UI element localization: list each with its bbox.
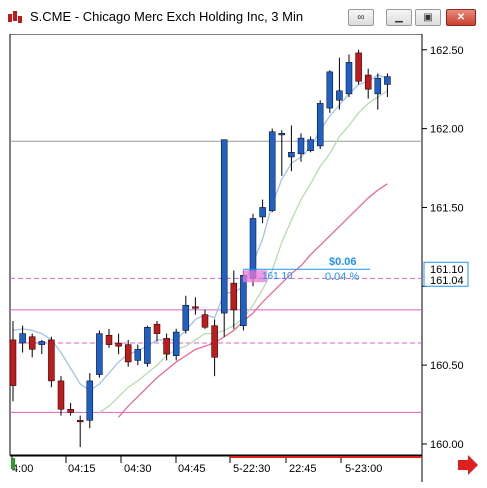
minimize-icon[interactable]: ▁: [386, 9, 412, 26]
x-tick-label: 04:30: [124, 463, 152, 475]
candle-down: [124, 344, 132, 363]
link-icon[interactable]: ∞: [348, 9, 374, 26]
measure-start-label: 161.10: [262, 271, 293, 282]
candle-up: [86, 380, 94, 421]
app-icon: [8, 11, 22, 23]
candle-up: [38, 341, 46, 345]
x-tick-label: 5-23:00: [345, 463, 382, 475]
candle-down: [28, 336, 36, 350]
candle-up: [288, 152, 295, 158]
candle-up: [384, 76, 391, 85]
candle-down: [153, 323, 161, 334]
y-tick-label: 160.00: [430, 439, 464, 451]
y-tick-label: 162.00: [430, 124, 464, 136]
candle-up: [182, 304, 190, 331]
candle-up: [259, 207, 266, 218]
candle-up: [240, 274, 247, 326]
candle-up: [307, 139, 314, 151]
candle-down: [105, 334, 113, 345]
title-bar: S.CME - Chicago Merc Exch Holding Inc, 3…: [0, 0, 487, 35]
candle-down: [9, 339, 17, 386]
candle-up: [172, 331, 180, 356]
candle-up: [374, 77, 382, 95]
candle-down: [163, 338, 170, 355]
candle-down: [48, 339, 55, 382]
candle-down: [76, 420, 84, 423]
measure-percent-label: 0.04 %: [325, 271, 359, 283]
maximize-icon[interactable]: ▣: [415, 9, 441, 26]
candle-up: [336, 90, 343, 101]
x-tick-label: 04:15: [68, 463, 96, 475]
candle-down: [192, 306, 199, 309]
candle-up: [297, 137, 305, 155]
y-tick-label: 161.50: [430, 202, 464, 214]
x-tick-label: 5-22:30: [233, 463, 270, 475]
candle-up: [19, 333, 26, 344]
candle-down: [211, 325, 218, 358]
y-tick-label: 160.50: [430, 360, 464, 372]
candle-down: [355, 52, 362, 82]
measure-dollar-label: $0.06: [329, 256, 357, 268]
candle-down: [57, 380, 65, 410]
candle-down: [230, 282, 238, 311]
chart-window: 160.00 160.50 161.50 162.00 162.50 4:00 04:15 0…: [0, 34, 487, 488]
candle-down: [364, 74, 372, 90]
y-tick-label: 162.50: [430, 45, 464, 57]
window-title: S.CME - Chicago Merc Exch Holding Inc, 3…: [30, 9, 304, 24]
candle-up: [134, 349, 142, 361]
candle-up: [96, 333, 103, 375]
candle-down: [115, 342, 122, 347]
close-icon[interactable]: ✕: [446, 9, 476, 26]
candle-up: [316, 103, 324, 147]
candle-up: [268, 131, 276, 211]
candle-up: [326, 71, 334, 109]
scroll-marker: [11, 458, 15, 469]
plot-area: [9, 34, 423, 456]
candle-down: [67, 409, 74, 413]
candle-up: [220, 139, 228, 314]
x-tick-label: 04:45: [178, 463, 206, 475]
x-tick-label: 4:00: [12, 463, 33, 475]
price-chart[interactable]: 160.00 160.50 161.50 162.00 162.50 4:00 04:15 0…: [0, 34, 487, 488]
scroll-right-arrow-icon[interactable]: [458, 455, 478, 475]
price-tag-sublabel: 161.04: [430, 275, 464, 287]
candle-up: [345, 62, 353, 95]
candle-down: [201, 314, 209, 328]
candle-up: [278, 133, 286, 136]
candle-up: [144, 327, 151, 364]
x-tick-label: 22:45: [289, 463, 317, 475]
